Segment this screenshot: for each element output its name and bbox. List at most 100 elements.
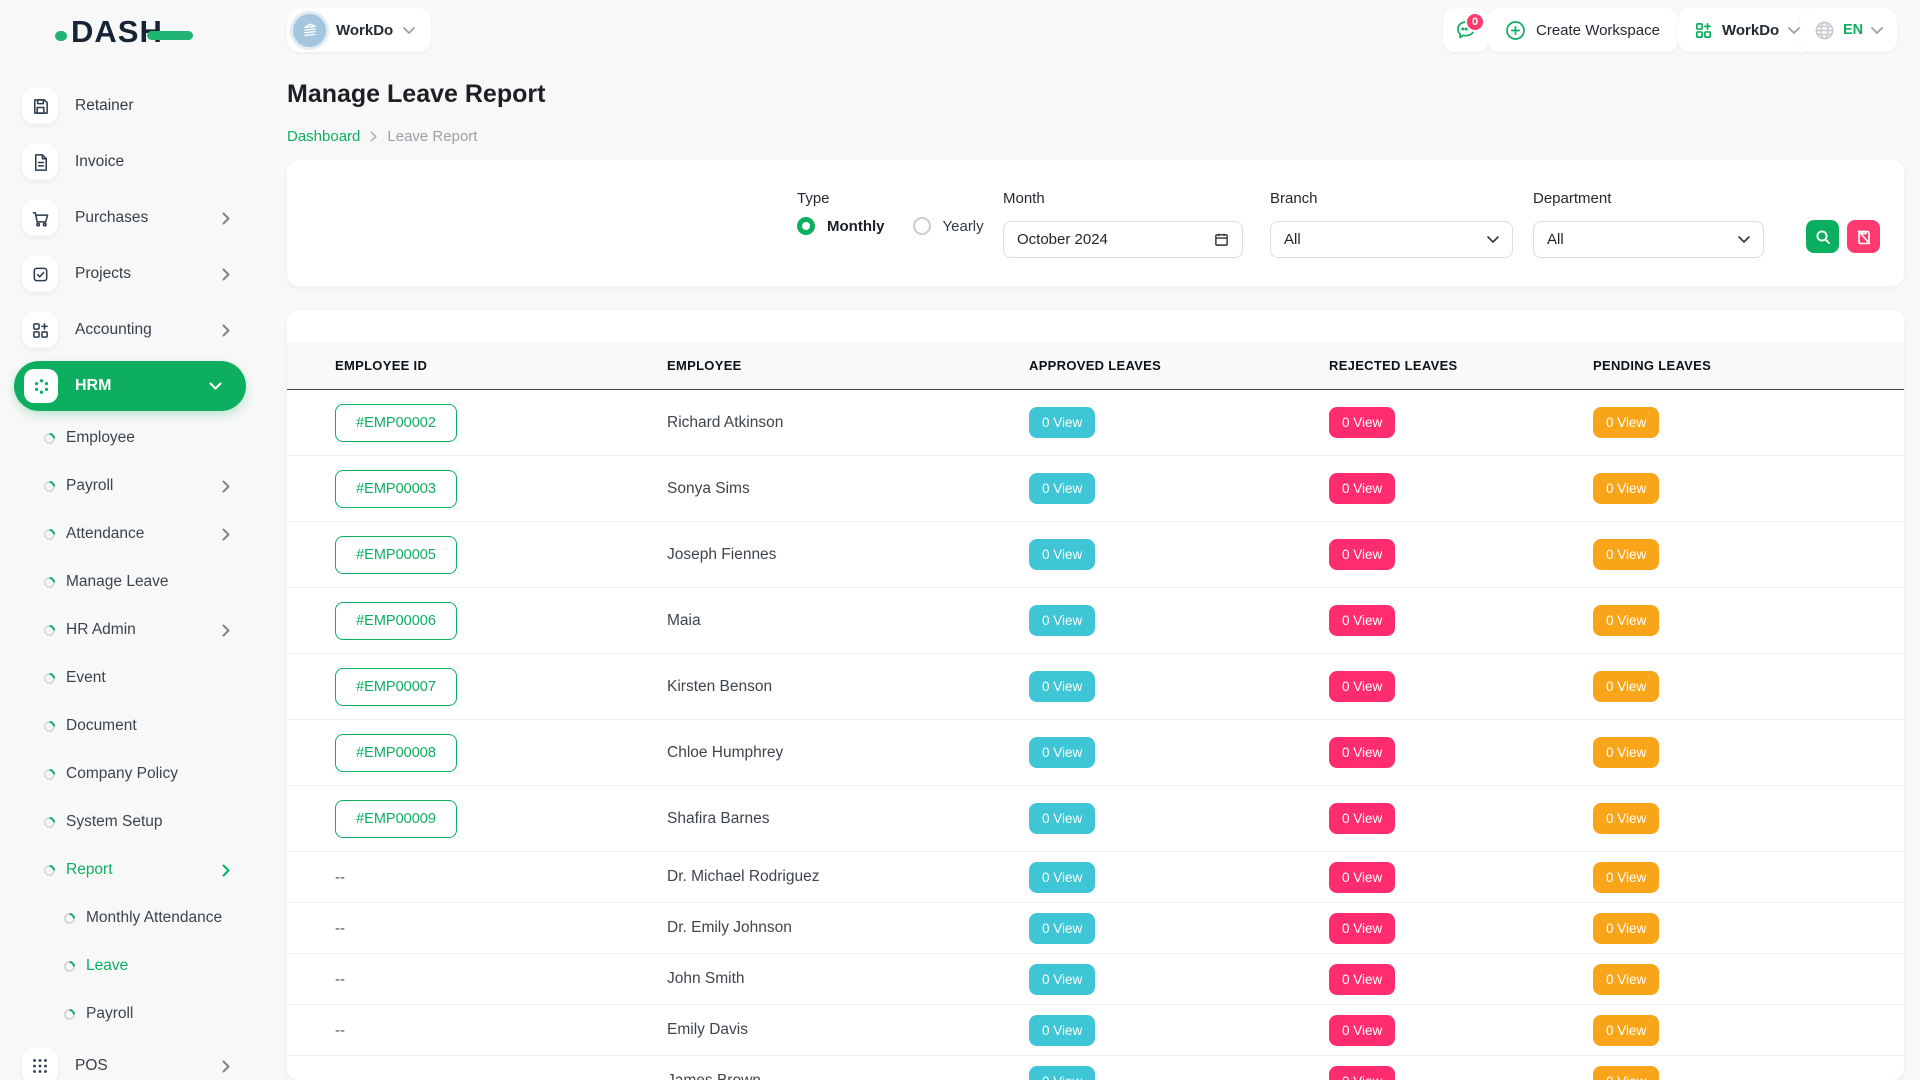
pending-leaves-badge[interactable]: 0 View	[1593, 539, 1659, 570]
sidebar-item-pos[interactable]: POS	[0, 1038, 260, 1080]
employee-id-link[interactable]: #EMP00005	[335, 536, 457, 574]
sidebar-item-employee[interactable]: Employee	[0, 414, 260, 462]
rejected-leaves-badge[interactable]: 0 View	[1329, 407, 1395, 438]
sidebar-item-document[interactable]: Document	[0, 702, 260, 750]
approved-leaves-badge[interactable]: 0 View	[1029, 913, 1095, 944]
employee-id-link[interactable]: #EMP00008	[335, 734, 457, 772]
monthly-radio-label[interactable]: Monthly	[827, 218, 885, 235]
rejected-leaves-badge[interactable]: 0 View	[1329, 737, 1395, 768]
pending-leaves-badge[interactable]: 0 View	[1593, 737, 1659, 768]
sidebar-item-payroll[interactable]: Payroll	[0, 462, 260, 510]
chevron-right-icon	[222, 212, 230, 225]
pending-leaves-badge[interactable]: 0 View	[1593, 964, 1659, 995]
sidebar-item-label: Projects	[75, 265, 131, 283]
employee-name: Richard Atkinson	[667, 414, 1029, 432]
pending-leaves-badge[interactable]: 0 View	[1593, 913, 1659, 944]
approved-leaves-badge[interactable]: 0 View	[1029, 407, 1095, 438]
employee-id-empty: --	[335, 1073, 667, 1080]
chevron-right-icon	[222, 1060, 230, 1073]
sidebar-item-accounting[interactable]: Accounting	[0, 302, 260, 358]
approved-leaves-badge[interactable]: 0 View	[1029, 1015, 1095, 1046]
sidebar-item-payroll-report[interactable]: Payroll	[0, 990, 260, 1038]
sidebar-item-projects[interactable]: Projects	[0, 246, 260, 302]
chevron-right-icon	[222, 624, 230, 637]
bullet-icon	[42, 862, 58, 878]
approved-leaves-badge[interactable]: 0 View	[1029, 539, 1095, 570]
pending-leaves-badge[interactable]: 0 View	[1593, 407, 1659, 438]
branch-select[interactable]: All	[1270, 221, 1513, 258]
rejected-leaves-badge[interactable]: 0 View	[1329, 803, 1395, 834]
sidebar-item-system-setup[interactable]: System Setup	[0, 798, 260, 846]
sidebar-item-attendance[interactable]: Attendance	[0, 510, 260, 558]
bullet-icon	[42, 814, 58, 830]
sidebar-item-hrm[interactable]: HRM	[14, 361, 246, 411]
bullet-icon	[42, 478, 58, 494]
reset-filter-button[interactable]	[1847, 220, 1880, 253]
sidebar-item-purchases[interactable]: Purchases	[0, 190, 260, 246]
rejected-leaves-badge[interactable]: 0 View	[1329, 671, 1395, 702]
rejected-leaves-badge[interactable]: 0 View	[1329, 473, 1395, 504]
sidebar-item-company-policy[interactable]: Company Policy	[0, 750, 260, 798]
rejected-leaves-badge[interactable]: 0 View	[1329, 539, 1395, 570]
employee-id-link[interactable]: #EMP00006	[335, 602, 457, 640]
chevron-right-icon	[222, 480, 230, 493]
sidebar-item-manage-leave[interactable]: Manage Leave	[0, 558, 260, 606]
search-button[interactable]	[1806, 220, 1839, 253]
sidebar-item-invoice[interactable]: Invoice	[0, 134, 260, 190]
monthly-radio[interactable]	[797, 217, 815, 235]
floppy-disk-icon	[22, 88, 58, 124]
sidebar-item-label: Manage Leave	[66, 573, 169, 591]
pending-leaves-badge[interactable]: 0 View	[1593, 1066, 1659, 1080]
pending-leaves-badge[interactable]: 0 View	[1593, 862, 1659, 893]
leave-report-table: EMPLOYEE ID EMPLOYEE APPROVED LEAVES REJ…	[287, 310, 1904, 1080]
approved-leaves-badge[interactable]: 0 View	[1029, 803, 1095, 834]
page-title: Manage Leave Report	[287, 80, 545, 109]
bullet-icon	[42, 670, 58, 686]
bullet-icon	[42, 574, 58, 590]
pending-leaves-badge[interactable]: 0 View	[1593, 1015, 1659, 1046]
yearly-radio[interactable]	[913, 217, 931, 235]
employee-id-link[interactable]: #EMP00003	[335, 470, 457, 508]
chevron-down-icon	[209, 382, 222, 390]
pending-leaves-badge[interactable]: 0 View	[1593, 803, 1659, 834]
sidebar-item-monthly-attendance[interactable]: Monthly Attendance	[0, 894, 260, 942]
calendar-icon[interactable]	[1214, 232, 1229, 247]
rejected-leaves-badge[interactable]: 0 View	[1329, 1015, 1395, 1046]
department-select[interactable]: All	[1533, 221, 1764, 258]
sidebar-item-label: POS	[75, 1057, 108, 1075]
logo-accent-bar	[147, 31, 193, 40]
rejected-leaves-badge[interactable]: 0 View	[1329, 913, 1395, 944]
sidebar-item-report[interactable]: Report	[0, 846, 260, 894]
approved-leaves-badge[interactable]: 0 View	[1029, 605, 1095, 636]
yearly-radio-label[interactable]: Yearly	[943, 218, 984, 235]
rejected-leaves-badge[interactable]: 0 View	[1329, 605, 1395, 636]
approved-leaves-badge[interactable]: 0 View	[1029, 473, 1095, 504]
approved-leaves-badge[interactable]: 0 View	[1029, 964, 1095, 995]
sidebar-item-hr-admin[interactable]: HR Admin	[0, 606, 260, 654]
employee-id-link[interactable]: #EMP00002	[335, 404, 457, 442]
sidebar-item-retainer[interactable]: Retainer	[0, 78, 260, 134]
approved-leaves-badge[interactable]: 0 View	[1029, 1066, 1095, 1080]
table-row: -- Dr. Emily Johnson 0 View 0 View 0 Vie…	[287, 903, 1904, 954]
employee-id-link[interactable]: #EMP00007	[335, 668, 457, 706]
sidebar-item-event[interactable]: Event	[0, 654, 260, 702]
sidebar-item-leave-report[interactable]: Leave	[0, 942, 260, 990]
approved-leaves-badge[interactable]: 0 View	[1029, 671, 1095, 702]
employee-name: Dr. Emily Johnson	[667, 919, 1029, 937]
employee-id-empty: --	[335, 869, 667, 886]
employee-id-empty: --	[335, 971, 667, 988]
pending-leaves-badge[interactable]: 0 View	[1593, 473, 1659, 504]
rejected-leaves-badge[interactable]: 0 View	[1329, 862, 1395, 893]
approved-leaves-badge[interactable]: 0 View	[1029, 862, 1095, 893]
approved-leaves-badge[interactable]: 0 View	[1029, 737, 1095, 768]
breadcrumb-dashboard-link[interactable]: Dashboard	[287, 128, 360, 145]
chevron-right-icon	[222, 268, 230, 281]
sidebar-item-label: Purchases	[75, 209, 148, 227]
month-input[interactable]: October 2024	[1003, 221, 1243, 258]
employee-id-link[interactable]: #EMP00009	[335, 800, 457, 838]
rejected-leaves-badge[interactable]: 0 View	[1329, 964, 1395, 995]
dash-logo[interactable]: DASH	[55, 16, 193, 47]
pending-leaves-badge[interactable]: 0 View	[1593, 605, 1659, 636]
rejected-leaves-badge[interactable]: 0 View	[1329, 1066, 1395, 1080]
pending-leaves-badge[interactable]: 0 View	[1593, 671, 1659, 702]
